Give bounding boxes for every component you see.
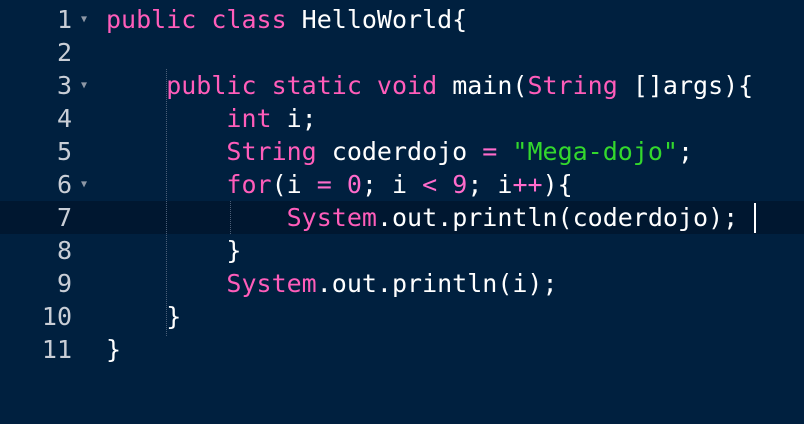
fold-chevron-icon[interactable]: ▼ [78,3,90,36]
line-number: 2 [56,38,72,67]
code-token: ; [678,137,694,166]
code-line[interactable]: System.out.println(i); [106,267,558,300]
code-token: .out.println(i); [316,269,558,298]
code-area[interactable]: public class HelloWorld{ public static v… [96,0,804,424]
line-number: 8 [56,236,72,265]
code-token: main( [452,71,528,100]
code-line[interactable]: for(i = 0; i < 9; i++){ [106,168,573,201]
code-token: ; i [467,170,513,199]
code-token: ; i [361,170,423,199]
code-token: int [106,104,272,133]
line-number: 6 [56,170,72,199]
code-token: coderdojo [316,137,483,166]
code-token: = [316,170,332,199]
code-token: 9 [452,170,468,199]
code-token: ){ [542,170,573,199]
code-token: ++ [512,170,543,199]
code-token: 0 [346,170,362,199]
line-number: 11 [41,335,72,364]
code-token: System [106,203,377,232]
code-line[interactable]: int i; [106,102,317,135]
code-token: for [106,170,272,199]
line-number: 9 [56,269,72,298]
code-token: } [106,302,182,331]
line-number: 10 [41,302,72,331]
code-token: (i [271,170,317,199]
code-token: public static void [106,71,453,100]
fold-chevron-icon[interactable]: ▼ [78,69,90,102]
code-token: String [527,71,618,100]
text-cursor [754,203,756,233]
code-line[interactable]: System.out.println(coderdojo); [106,201,739,234]
line-number-gutter: 1 ▼ 2 3 ▼ 4 5 6 ▼ 7 8 9 10 11 [0,0,96,424]
line-number: 5 [56,137,72,166]
code-line[interactable]: public static void main(String []args){ [106,69,753,102]
code-token: "Mega-dojo" [512,137,678,166]
code-token: < [422,170,438,199]
code-line[interactable]: String coderdojo = "Mega-dojo"; [106,135,693,168]
code-token: HelloWorld{ [301,5,468,34]
code-token: } [106,335,122,364]
code-token: } [106,236,242,265]
code-token: String [106,137,317,166]
fold-chevron-icon[interactable]: ▼ [78,168,90,201]
code-line[interactable]: } [106,333,121,366]
code-line[interactable]: public class HelloWorld{ [106,3,467,36]
line-number: 3 [56,71,72,100]
code-line[interactable]: } [106,300,181,333]
code-token: i; [271,104,317,133]
line-number: 4 [56,104,72,133]
code-token: System [106,269,317,298]
code-line[interactable]: } [106,234,241,267]
code-editor[interactable]: 1 ▼ 2 3 ▼ 4 5 6 ▼ 7 8 9 10 11 public class HelloWorld… [0,0,804,424]
code-token: public class [106,5,302,34]
line-number: 7 [56,203,72,232]
code-token: .out.println(coderdojo); [376,203,739,232]
code-token: []args){ [617,71,754,100]
line-number: 1 [56,5,72,34]
code-token: = [482,137,498,166]
